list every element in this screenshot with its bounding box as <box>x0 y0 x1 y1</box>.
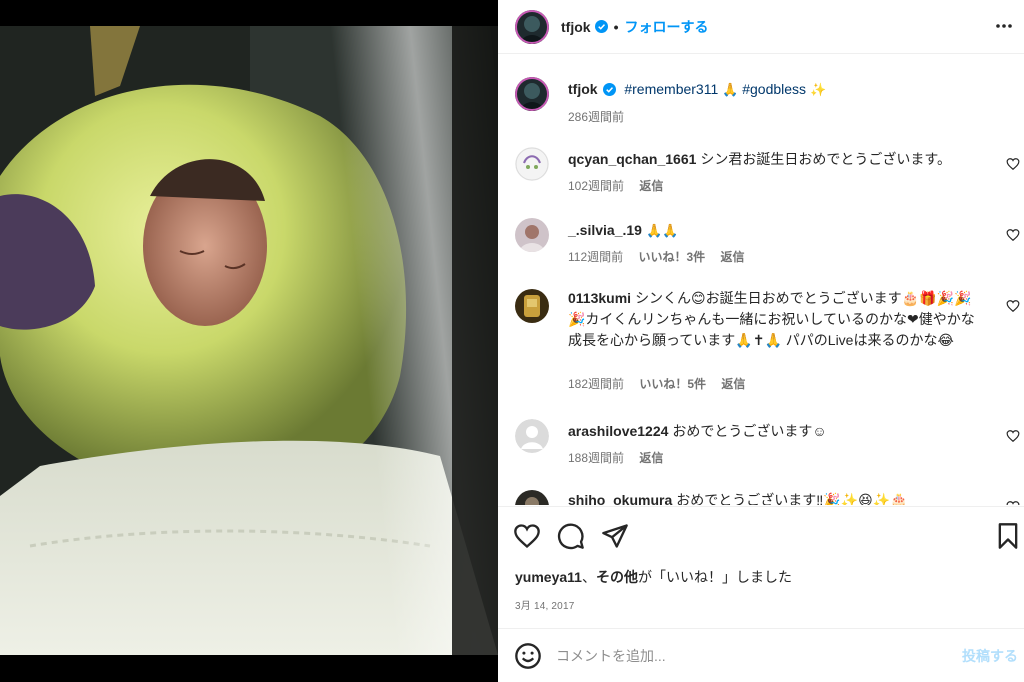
post-header: tfjok • フォローする <box>498 0 1024 53</box>
commenter-avatar[interactable] <box>515 419 549 453</box>
emoji-icon[interactable] <box>514 642 542 670</box>
commenter-username[interactable]: 0113kumi <box>568 290 631 306</box>
comment-input[interactable] <box>556 645 916 667</box>
commenter-avatar[interactable] <box>515 490 549 505</box>
comment-like-count[interactable]: いいね！5件 <box>639 377 706 391</box>
hashtag-link[interactable]: #remember311 <box>624 81 718 97</box>
comments-list[interactable]: tfjok #remember311 🙏 #godbless ✨ 286週間前 <box>498 53 1024 505</box>
comment-meta: 102週間前 返信 <box>568 177 675 194</box>
likes-others-link[interactable]: その他 <box>596 569 638 585</box>
heart-icon[interactable] <box>513 522 541 550</box>
post-dialog: tfjok • フォローする tfjok #remember311 🙏 #god… <box>0 0 1024 682</box>
reply-button[interactable]: 返信 <box>639 179 663 193</box>
more-options-icon[interactable] <box>994 16 1014 36</box>
comment-meta: 112週間前 いいね！3件 返信 <box>568 248 757 265</box>
reply-button[interactable]: 返信 <box>639 451 663 465</box>
post-photo[interactable] <box>0 26 498 655</box>
comment-meta: 188週間前 返信 <box>568 449 675 466</box>
caption-username[interactable]: tfjok <box>568 81 598 97</box>
comment-meta: 182週間前 いいね！5件 返信 <box>568 375 757 392</box>
commenter-username[interactable]: shiho_okumura <box>568 492 672 505</box>
comment-text: _.silvia_.19 🙏🙏 <box>568 220 988 242</box>
likes-summary: yumeya11、その他が「いいね！」しました <box>515 567 792 587</box>
verified-badge-icon <box>603 83 617 96</box>
likes-separator: 、 <box>581 569 596 585</box>
action-bar <box>498 506 1024 562</box>
post-sidebar: tfjok • フォローする tfjok #remember311 🙏 #god… <box>498 0 1024 682</box>
comment-timestamp[interactable]: 102週間前 <box>568 179 624 193</box>
commenter-avatar[interactable] <box>515 147 549 181</box>
likes-suffix: が「いいね！」しました <box>637 569 792 585</box>
heart-icon[interactable] <box>1006 228 1020 242</box>
comment-composer: 投稿する <box>498 628 1024 682</box>
heart-icon[interactable] <box>1006 299 1020 313</box>
comment-body: シン君お誕生日おめでとうございます。 <box>700 151 952 167</box>
post-date[interactable]: 3月 14, 2017 <box>515 597 574 612</box>
comment-timestamp[interactable]: 182週間前 <box>568 377 624 391</box>
caption-text: tfjok #remember311 🙏 #godbless ✨ <box>568 81 998 98</box>
separator-dot: • <box>613 18 619 35</box>
comment-text: arashilove1224 おめでとうございます☺ <box>568 421 988 442</box>
comment-text: shiho_okumura おめでとうございます‼🎉✨😆✨🎂 <box>568 490 988 505</box>
comment-text: 0113kumi シンくん😊お誕生日おめでとうございます🎂🎁🎉🎉🎉カイくんリンちゃ… <box>568 288 988 351</box>
bookmark-icon[interactable] <box>994 522 1022 550</box>
heart-icon[interactable] <box>1006 500 1020 505</box>
comment-icon[interactable] <box>557 522 585 550</box>
follow-button[interactable]: フォローする <box>624 17 708 37</box>
verified-badge-icon <box>594 20 608 33</box>
commenter-username[interactable]: qcyan_qchan_1661 <box>568 151 696 167</box>
comment-timestamp[interactable]: 112週間前 <box>568 250 623 264</box>
reply-button[interactable]: 返信 <box>721 250 745 264</box>
heart-icon[interactable] <box>1006 429 1020 443</box>
share-icon[interactable] <box>601 522 629 550</box>
caption-avatar[interactable] <box>515 77 549 111</box>
comment-like-count[interactable]: いいね！3件 <box>638 250 705 264</box>
newborn-photo-illustration <box>0 26 498 655</box>
comment-timestamp[interactable]: 188週間前 <box>568 451 624 465</box>
liker-username[interactable]: yumeya11 <box>515 569 582 585</box>
commenter-avatar[interactable] <box>515 218 549 252</box>
comment-body: おめでとうございます☺ <box>672 423 827 439</box>
commenter-avatar[interactable] <box>515 289 549 323</box>
author-username[interactable]: tfjok <box>561 19 591 35</box>
comment-text: qcyan_qchan_1661 シン君お誕生日おめでとうございます。 <box>568 149 988 170</box>
post-comment-button[interactable]: 投稿する <box>962 646 1018 666</box>
comment-body: おめでとうございます‼🎉✨😆✨🎂 <box>676 492 908 505</box>
pray-emoji: 🙏 <box>722 83 739 98</box>
commenter-username[interactable]: _.silvia_.19 <box>568 222 642 238</box>
comment-body: 🙏🙏 <box>645 224 679 239</box>
reply-button[interactable]: 返信 <box>721 377 745 391</box>
hashtag-link[interactable]: #godbless <box>742 81 806 97</box>
caption-timestamp[interactable]: 286週間前 <box>568 108 624 125</box>
author-avatar[interactable] <box>515 9 549 44</box>
heart-icon[interactable] <box>1006 157 1020 171</box>
sparkles-emoji: ✨ <box>809 83 827 98</box>
commenter-username[interactable]: arashilove1224 <box>568 423 668 439</box>
